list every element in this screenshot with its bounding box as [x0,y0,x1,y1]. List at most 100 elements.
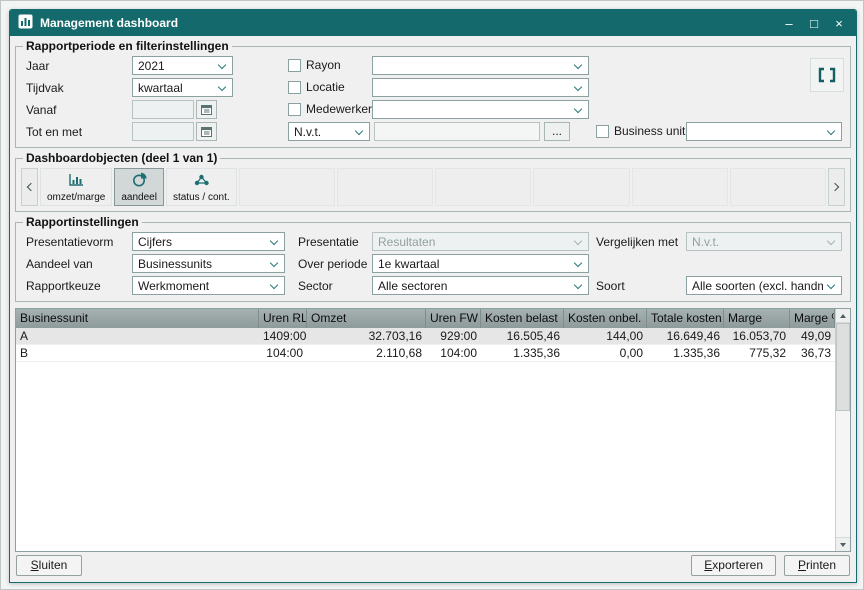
results-table: Businessunit Uren RL Omzet Uren FW Koste… [15,308,851,552]
presentatievorm-select[interactable]: Cijfers [132,232,285,251]
column-header-uren-rl[interactable]: Uren RL [259,309,307,328]
cell-kosten-belast: 1.335,36 [481,345,564,361]
medewerker-select[interactable] [372,100,589,119]
vanaf-label: Vanaf [26,103,56,117]
settings-row-2: Aandeel van Businessunits Over periode 1… [20,254,846,275]
minimize-button[interactable]: – [780,17,798,30]
exporteren-button[interactable]: Exporteren [691,555,776,576]
column-header-kosten-onbel[interactable]: Kosten onbel. [564,309,647,328]
medewerker-label: Medewerker [306,102,372,116]
dashboard-item-omzet-marge[interactable]: omzet/marge [40,168,112,206]
over-periode-select[interactable]: 1e kwartaal [372,254,589,273]
management-dashboard-window: Management dashboard – □ × Rapportperiod… [9,9,857,583]
presentatie-label: Presentatie [298,235,359,249]
report-settings-section: Rapportinstellingen Presentatievorm Cijf… [15,215,851,302]
dashboard-objects-section: Dashboardobjecten (deel 1 van 1) omzet/m… [15,151,851,212]
aandeel-van-select[interactable]: Businessunits [132,254,285,273]
filter-text-input[interactable] [374,122,540,141]
rayon-label: Rayon [306,58,341,72]
titlebar[interactable]: Management dashboard – □ × [10,10,856,36]
vanaf-date-input[interactable] [132,100,194,119]
business-unit-select[interactable] [686,122,842,141]
maximize-button[interactable]: □ [805,17,823,30]
column-header-businessunit[interactable]: Businessunit [16,309,259,328]
rayon-checkbox[interactable]: Rayon [288,58,341,72]
cell-kosten-onbel: 0,00 [564,345,647,361]
column-header-uren-fw[interactable]: Uren FW [426,309,481,328]
vertical-scrollbar[interactable] [835,309,850,551]
footer: Sluiten Exporteren Printen [10,552,856,584]
tijdvak-select[interactable]: kwartaal [132,78,233,97]
browse-button[interactable]: ... [544,122,570,141]
rayon-select[interactable] [372,56,589,75]
scroll-left-button[interactable] [21,168,38,206]
cell-uren-fw: 929:00 [426,328,481,344]
table-row[interactable]: B 104:00 2.110,68 104:00 1.335,36 0,00 1… [16,345,835,362]
window-title: Management dashboard [40,16,773,30]
dashboard-objects-legend: Dashboardobjecten (deel 1 van 1) [23,151,220,165]
table-header[interactable]: Businessunit Uren RL Omzet Uren FW Koste… [16,309,835,328]
cell-uren-rl: 1409:00 [259,328,307,344]
cell-kosten-belast: 16.505,46 [481,328,564,344]
empty-dashboard-slot [632,168,728,206]
presentatievorm-label: Presentatievorm [26,235,113,249]
scrollbar-thumb[interactable] [836,323,850,411]
rapportkeuze-select[interactable]: Werkmoment [132,276,285,295]
vergelijken-met-label: Vergelijken met [596,235,678,249]
soort-label: Soort [596,279,625,293]
chevron-right-icon [831,183,839,191]
column-header-omzet[interactable]: Omzet [307,309,426,328]
locatie-select[interactable] [372,78,589,97]
sluiten-button[interactable]: Sluiten [16,555,82,576]
tot-en-met-label: Tot en met [26,125,82,139]
printen-button[interactable]: Printen [784,555,850,576]
business-unit-checkbox[interactable]: Business unit [596,124,685,138]
desktop-background: Management dashboard – □ × Rapportperiod… [0,0,864,590]
empty-dashboard-slot [435,168,531,206]
tot-en-met-date-input[interactable] [132,122,194,141]
checkbox-box[interactable] [596,125,609,138]
column-header-kosten-belast[interactable]: Kosten belast [481,309,564,328]
sector-select[interactable]: Alle sectoren [372,276,589,295]
checkbox-box[interactable] [288,103,301,116]
column-header-marge[interactable]: Marge [724,309,790,328]
cell-totale-kosten: 16.649,46 [647,328,724,344]
rapportkeuze-label: Rapportkeuze [26,279,101,293]
jaar-label: Jaar [26,59,49,73]
settings-row-3: Rapportkeuze Werkmoment Sector Alle sect… [20,276,846,297]
table-row[interactable]: A 1409:00 32.703,16 929:00 16.505,46 144… [16,328,835,345]
scroll-right-button[interactable] [828,168,845,206]
dashboard-item-status-cont[interactable]: status / cont. [166,168,237,206]
nvt-select[interactable]: N.v.t. [288,122,370,141]
checkbox-box[interactable] [288,59,301,72]
locatie-checkbox[interactable]: Locatie [288,80,345,94]
cell-businessunit: B [16,345,259,361]
tijdvak-label: Tijdvak [26,81,64,95]
dashboard-item-label: status / cont. [173,192,230,203]
column-header-marge-pct[interactable]: Marge % [790,309,835,328]
close-button[interactable]: × [830,17,848,30]
scroll-down-button[interactable] [836,537,850,551]
empty-dashboard-slot [337,168,433,206]
locatie-label: Locatie [306,80,345,94]
column-header-totale-kosten[interactable]: Totale kosten [647,309,724,328]
filter-row-vanaf: Vanaf Medewerker [20,100,846,121]
arrow-up-icon [840,314,846,318]
checkbox-box[interactable] [288,81,301,94]
table-empty-area [16,362,835,551]
dashboard-objects-toolbar: omzet/marge aandeel status / cont. [20,167,846,207]
jaar-select[interactable]: 2021 [132,56,233,75]
medewerker-checkbox[interactable]: Medewerker [288,102,372,116]
empty-dashboard-slot [730,168,826,206]
tot-en-met-calendar-button[interactable] [196,122,217,141]
soort-select[interactable]: Alle soorten (excl. handmatig [686,276,842,295]
scroll-up-button[interactable] [836,309,850,323]
cell-marge: 16.053,70 [724,328,790,344]
calendar-icon [201,104,212,115]
vanaf-calendar-button[interactable] [196,100,217,119]
sector-label: Sector [298,279,333,293]
scrollbar-track[interactable] [836,411,850,537]
dashboard-item-aandeel[interactable]: aandeel [114,168,164,206]
settings-row-1: Presentatievorm Cijfers Presentatie Resu… [20,232,846,253]
dashboard-item-label: omzet/marge [47,192,105,203]
